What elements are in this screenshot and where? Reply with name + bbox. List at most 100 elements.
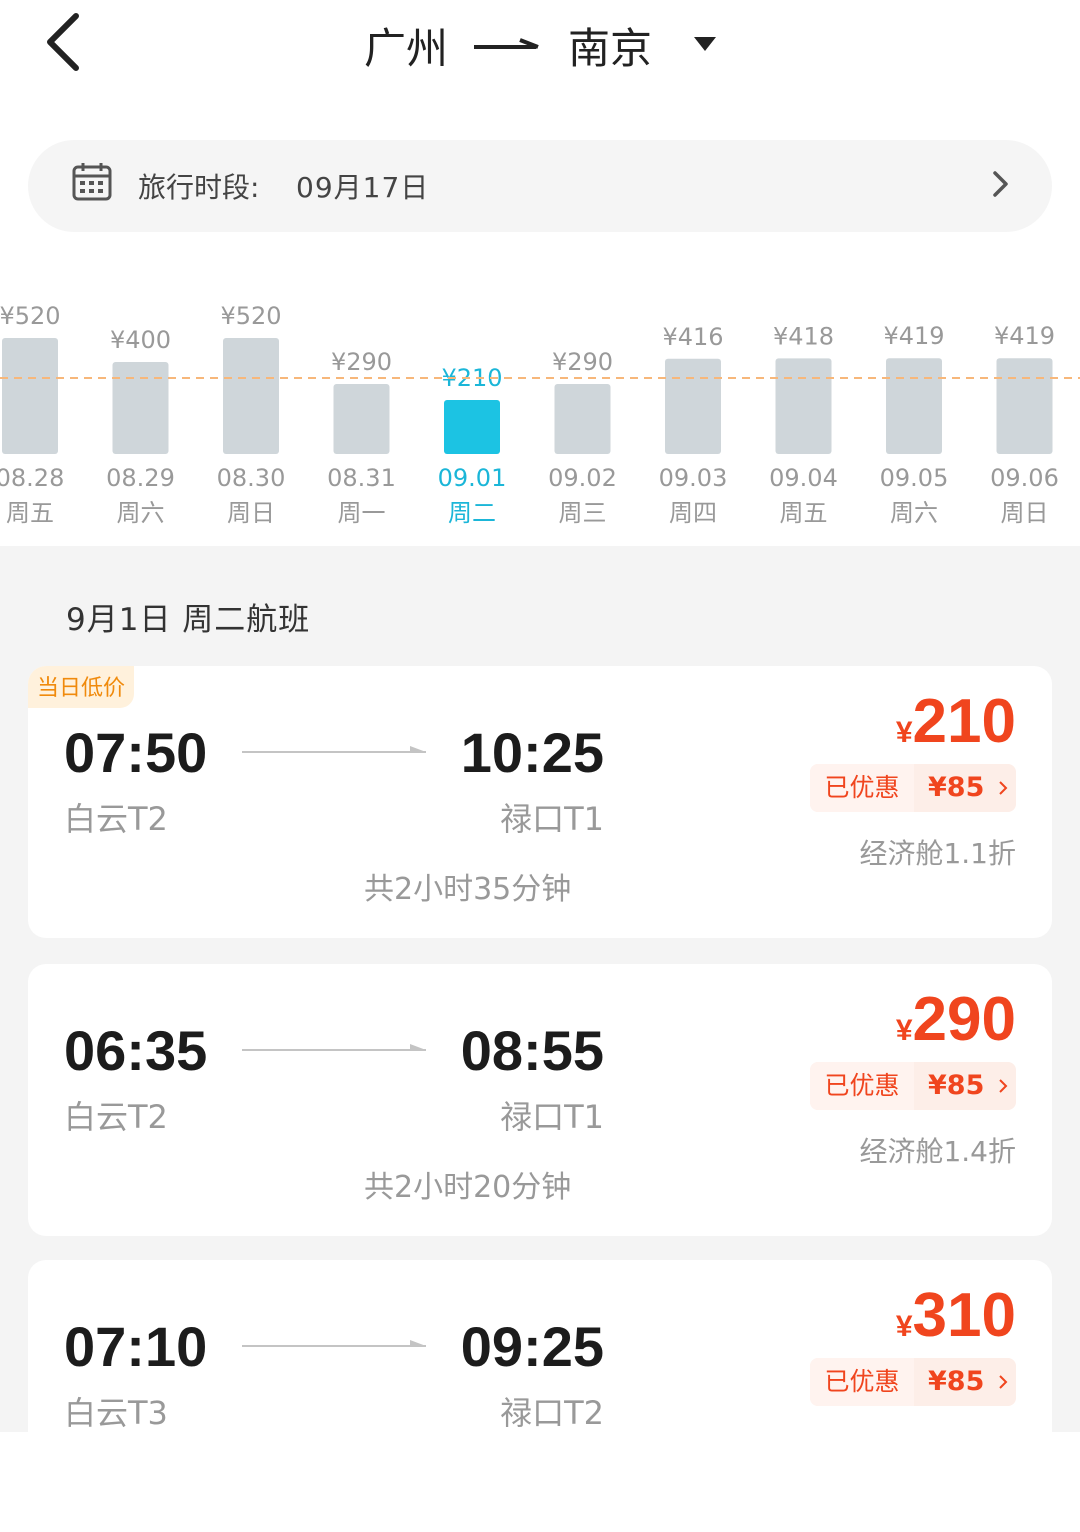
arrival-airport: 禄口T2 — [500, 1394, 604, 1432]
trend-day-09.05[interactable]: ¥419 09.05 周六 — [880, 322, 949, 527]
trend-weekday-label: 周四 — [669, 499, 717, 527]
travel-period-value: 09月17日 — [296, 171, 430, 204]
trend-price-label: ¥520 — [0, 302, 61, 330]
departure-time: 07:10 — [64, 1315, 208, 1378]
flight-price: ¥310 — [896, 1280, 1016, 1351]
trend-weekday-label: 周六 — [117, 499, 165, 527]
trend-price-label: ¥419 — [994, 322, 1055, 350]
discount-badge[interactable]: 已优惠 ¥85 — [810, 1062, 1016, 1110]
trend-weekday-label: 周二 — [448, 499, 496, 527]
flight-arrow-icon — [242, 746, 426, 753]
trend-day-09.03[interactable]: ¥416 09.03 周四 — [659, 323, 728, 527]
trend-date-label: 09.03 — [659, 464, 728, 492]
trend-price-label: ¥400 — [110, 326, 171, 354]
travel-period-selector[interactable]: 旅行时段: 09月17日 — [28, 140, 1052, 232]
route-arrow-icon — [474, 38, 539, 49]
price-amount: 210 — [912, 687, 1016, 756]
trend-weekday-label: 周一 — [338, 499, 386, 527]
currency-symbol: ¥ — [895, 1310, 913, 1343]
departure-airport: 白云T2 — [64, 800, 168, 838]
trend-date-label: 08.31 — [327, 464, 396, 492]
cabin-discount: 经济舱1.4折 — [859, 1135, 1016, 1168]
discount-badge[interactable]: 已优惠 ¥85 — [810, 1358, 1016, 1406]
trend-bar[interactable] — [996, 358, 1053, 454]
trend-day-09.06[interactable]: ¥419 09.06 周日 — [990, 322, 1059, 527]
discount-label: 已优惠 — [810, 764, 914, 812]
trend-price-label: ¥418 — [773, 322, 834, 350]
trend-date-label: 09.05 — [880, 464, 949, 492]
flight-duration: 共2小时20分钟 — [364, 1170, 572, 1205]
discount-value: ¥85 — [914, 1358, 1016, 1406]
trend-bar[interactable] — [223, 338, 279, 454]
price-amount: 310 — [912, 1281, 1016, 1350]
chevron-right-icon — [999, 1375, 1008, 1389]
trend-weekday-label: 周六 — [890, 499, 938, 527]
trend-day-09.04[interactable]: ¥418 09.04 周五 — [769, 322, 838, 527]
trend-bar[interactable] — [333, 384, 390, 454]
departure-airport: 白云T3 — [64, 1394, 168, 1432]
arrival-time: 08:55 — [460, 1019, 604, 1082]
arrival-airport: 禄口T1 — [500, 800, 604, 838]
trend-weekday-label: 周五 — [6, 499, 54, 527]
origin-city: 广州 — [363, 23, 448, 73]
trend-bar[interactable] — [444, 400, 500, 454]
flight-card[interactable]: 06:35 08:55 白云T2 禄口T1 共2小时20分钟 ¥290 已优惠 ¥85 经济舱1… — [28, 964, 1052, 1236]
trend-day-08.28[interactable]: ¥520 08.28 周五 — [0, 302, 64, 527]
trend-price-label: ¥520 — [220, 302, 281, 330]
flight-price: ¥210 — [896, 686, 1016, 757]
trend-date-label: 09.02 — [548, 464, 617, 492]
dropdown-triangle-icon[interactable] — [694, 37, 717, 53]
trend-bar[interactable] — [554, 384, 611, 454]
trend-weekday-label: 周三 — [559, 499, 607, 527]
discount-value: ¥85 — [914, 1062, 1016, 1110]
trend-bar[interactable] — [2, 338, 58, 454]
flight-list-title: 9月1日 周二航班 — [66, 602, 311, 638]
discount-badge[interactable]: 已优惠 ¥85 — [810, 764, 1016, 812]
flight-list: 9月1日 周二航班 当日低价 07:50 10:25 白云T2 禄口T1 共2小时35分钟… — [0, 546, 1080, 1532]
trend-weekday-label: 周五 — [780, 499, 828, 527]
trend-bar[interactable] — [112, 362, 169, 454]
flight-arrow-icon — [242, 1044, 426, 1051]
trend-price-label: ¥419 — [883, 322, 944, 350]
trend-bar[interactable] — [886, 358, 942, 454]
departure-time: 06:35 — [64, 1019, 208, 1082]
travel-period-label: 旅行时段: — [138, 171, 260, 204]
arrival-time: 09:25 — [460, 1315, 604, 1378]
trend-date-label: 08.28 — [0, 464, 64, 492]
discount-value: ¥85 — [914, 764, 1016, 812]
cabin-discount: 经济舱1.1折 — [859, 837, 1016, 870]
discount-label: 已优惠 — [810, 1062, 914, 1110]
price-trend-strip: ¥520 08.28 周五 ¥400 08.29 周六 ¥520 08.30 周日 ¥290 08.… — [0, 250, 1080, 546]
trend-date-label: 09.06 — [990, 464, 1059, 492]
chevron-right-icon — [993, 171, 1008, 197]
departure-airport: 白云T2 — [64, 1098, 168, 1136]
chevron-right-icon — [999, 781, 1008, 795]
trend-day-08.29[interactable]: ¥400 08.29 周六 — [106, 326, 175, 527]
trend-day-08.30[interactable]: ¥520 08.30 周日 — [217, 302, 286, 527]
calendar-icon — [72, 163, 112, 201]
trend-day-09.01[interactable]: ¥21009.01周二 — [438, 364, 507, 527]
route-selector[interactable]: 广州 南京 — [0, 10, 1080, 80]
discount-amount: ¥85 — [928, 772, 985, 803]
trend-price-label: ¥290 — [331, 348, 392, 376]
flight-price: ¥290 — [896, 984, 1016, 1055]
trend-date-label: 08.29 — [106, 464, 175, 492]
price-amount: 290 — [912, 985, 1016, 1054]
trend-bar[interactable] — [665, 358, 721, 454]
currency-symbol: ¥ — [895, 716, 913, 749]
chevron-right-icon — [999, 1079, 1008, 1093]
trend-date-label: 09.01 — [438, 464, 507, 492]
flight-card[interactable]: 当日低价 07:50 10:25 白云T2 禄口T1 共2小时35分钟 ¥210 已优惠 ¥85… — [28, 666, 1052, 938]
discount-amount: ¥85 — [928, 1366, 985, 1397]
discount-amount: ¥85 — [928, 1070, 985, 1101]
trend-date-label: 09.04 — [769, 464, 838, 492]
departure-time: 07:50 — [64, 721, 208, 784]
price-trend-chart: ¥520 08.28 周五 ¥400 08.29 周六 ¥520 08.30 周日 ¥290 08.… — [0, 302, 1080, 527]
trend-weekday-label: 周日 — [227, 499, 275, 527]
arrival-airport: 禄口T1 — [500, 1098, 604, 1136]
flight-arrow-icon — [242, 1340, 426, 1347]
trend-day-08.31[interactable]: ¥290 08.31 周一 — [327, 348, 396, 527]
flight-card[interactable]: 07:10 09:25 白云T3 禄口T2 ¥310 已优惠 ¥85 — [28, 1260, 1052, 1532]
trend-day-09.02[interactable]: ¥290 09.02 周三 — [548, 348, 617, 527]
trend-bar[interactable] — [775, 358, 832, 454]
